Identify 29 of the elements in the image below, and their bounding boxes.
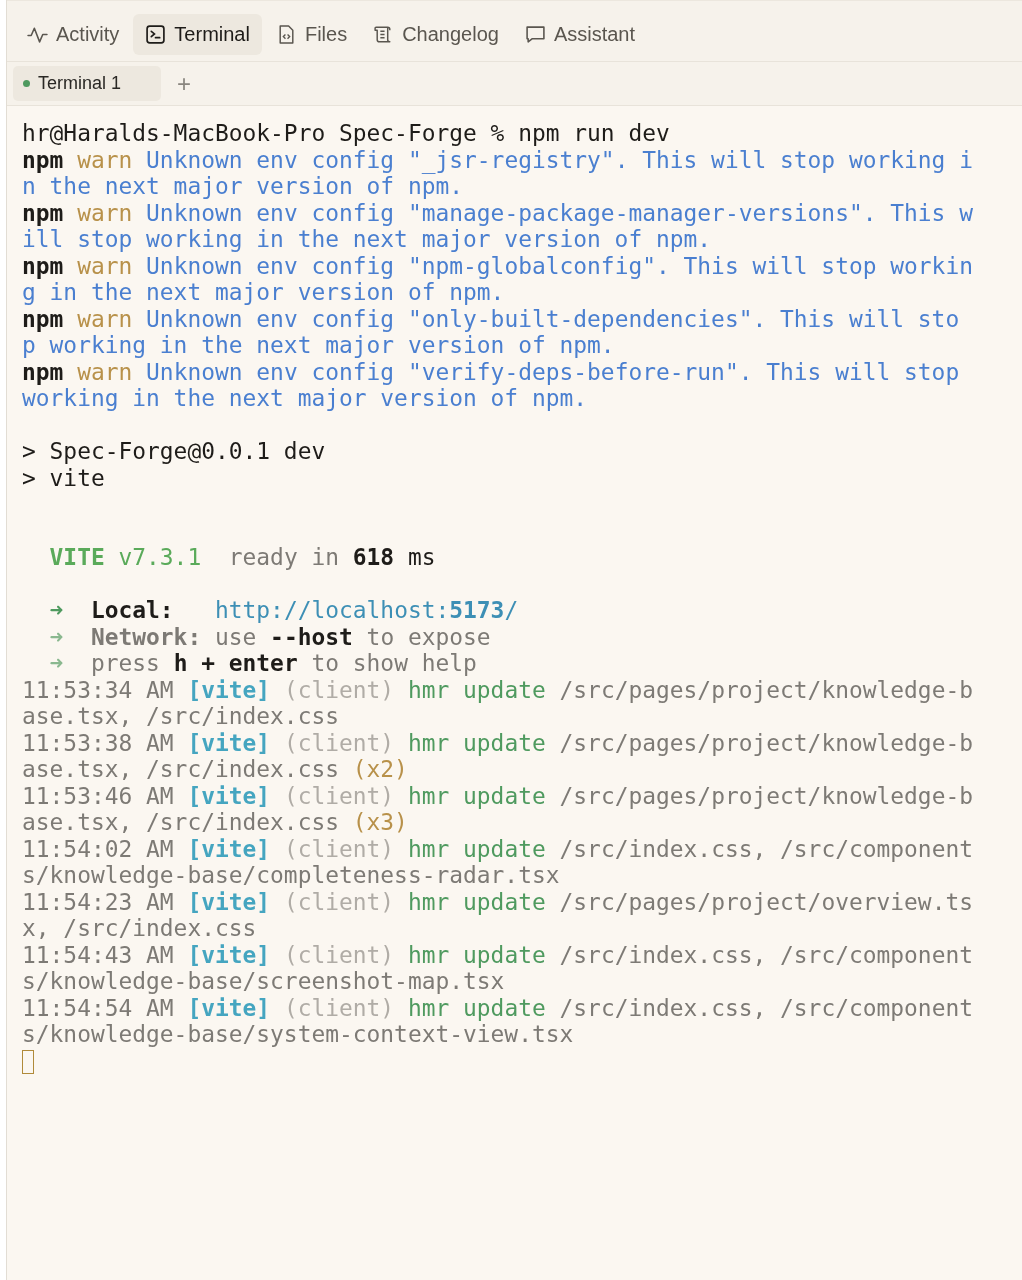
tab[interactable]: Activity <box>15 14 132 55</box>
speech-bubble-icon <box>524 24 546 45</box>
terminal-line: ➜ Network: use --host to expose <box>49 623 492 650</box>
terminal-line: 11:54:23 AM [vite] (client) hmr update /src/pages/project/overview.tsx, /src/index.css <box>22 888 974 942</box>
pulse-icon <box>27 24 48 45</box>
tab[interactable]: Assistant <box>512 14 648 55</box>
terminal-line: 11:53:46 AM [vite] (client) hmr update /src/pages/project/knowledge-base.tsx, /src/index.css (x3) <box>22 782 974 836</box>
terminal-line: npm warn Unknown env config "verify-deps-before-run". This will stop working in the next major version of npm. <box>22 358 961 412</box>
terminal-line: ➜ Local: http://localhost:5173/ <box>49 597 520 624</box>
terminal-line: 11:54:54 AM [vite] (client) hmr update /src/index.css, /src/components/knowledge-base/system-context-view.tsx <box>22 994 974 1048</box>
terminal-line: > Spec-Forge@0.0.1 dev <box>22 438 327 465</box>
terminal-line: 11:53:34 AM [vite] (client) hmr update /src/pages/project/knowledge-base.tsx, /src/index.css <box>22 676 974 730</box>
terminal-line: npm warn Unknown env config "npm-globalconfig". This will stop working in the next major version of npm. <box>22 252 974 306</box>
terminal-line: 11:54:43 AM [vite] (client) hmr update /src/index.css, /src/components/knowledge-base/screenshot-map.tsx <box>22 941 974 995</box>
terminal-line: npm warn Unknown env config "only-built-dependencies". This will stop working in the next major version of npm. <box>22 305 961 359</box>
tab[interactable]: Files <box>263 14 360 55</box>
tab[interactable]: Changelog <box>361 14 511 55</box>
new-tab-button[interactable]: + <box>171 69 198 98</box>
terminal-line: npm warn Unknown env config "manage-package-manager-versions". This will stop working in the next major version of npm. <box>22 199 974 253</box>
tab[interactable]: Terminal <box>133 14 262 55</box>
terminal-line: 11:54:02 AM [vite] (client) hmr update /src/index.css, /src/components/knowledge-base/completeness-radar.tsx <box>22 835 974 889</box>
terminal-line: npm warn Unknown env config "_jsr-registry". This will stop working in the next major version of npm. <box>22 146 974 200</box>
terminal-line: ➜ press h + enter to show help <box>49 650 478 677</box>
terminal-tab[interactable]: Terminal 1 <box>13 66 162 101</box>
terminal-icon <box>145 24 167 45</box>
terminal-line: > vite <box>22 464 106 491</box>
terminal-line: 11:53:38 AM [vite] (client) hmr update /src/pages/project/knowledge-base.tsx, /src/index.css (x2) <box>22 729 974 783</box>
terminal-line: hr@Haralds-MacBook-Pro Spec-Forge % npm run dev <box>22 120 671 147</box>
terminal-line: VITE v7.3.1 ready in 618 ms <box>49 544 437 571</box>
